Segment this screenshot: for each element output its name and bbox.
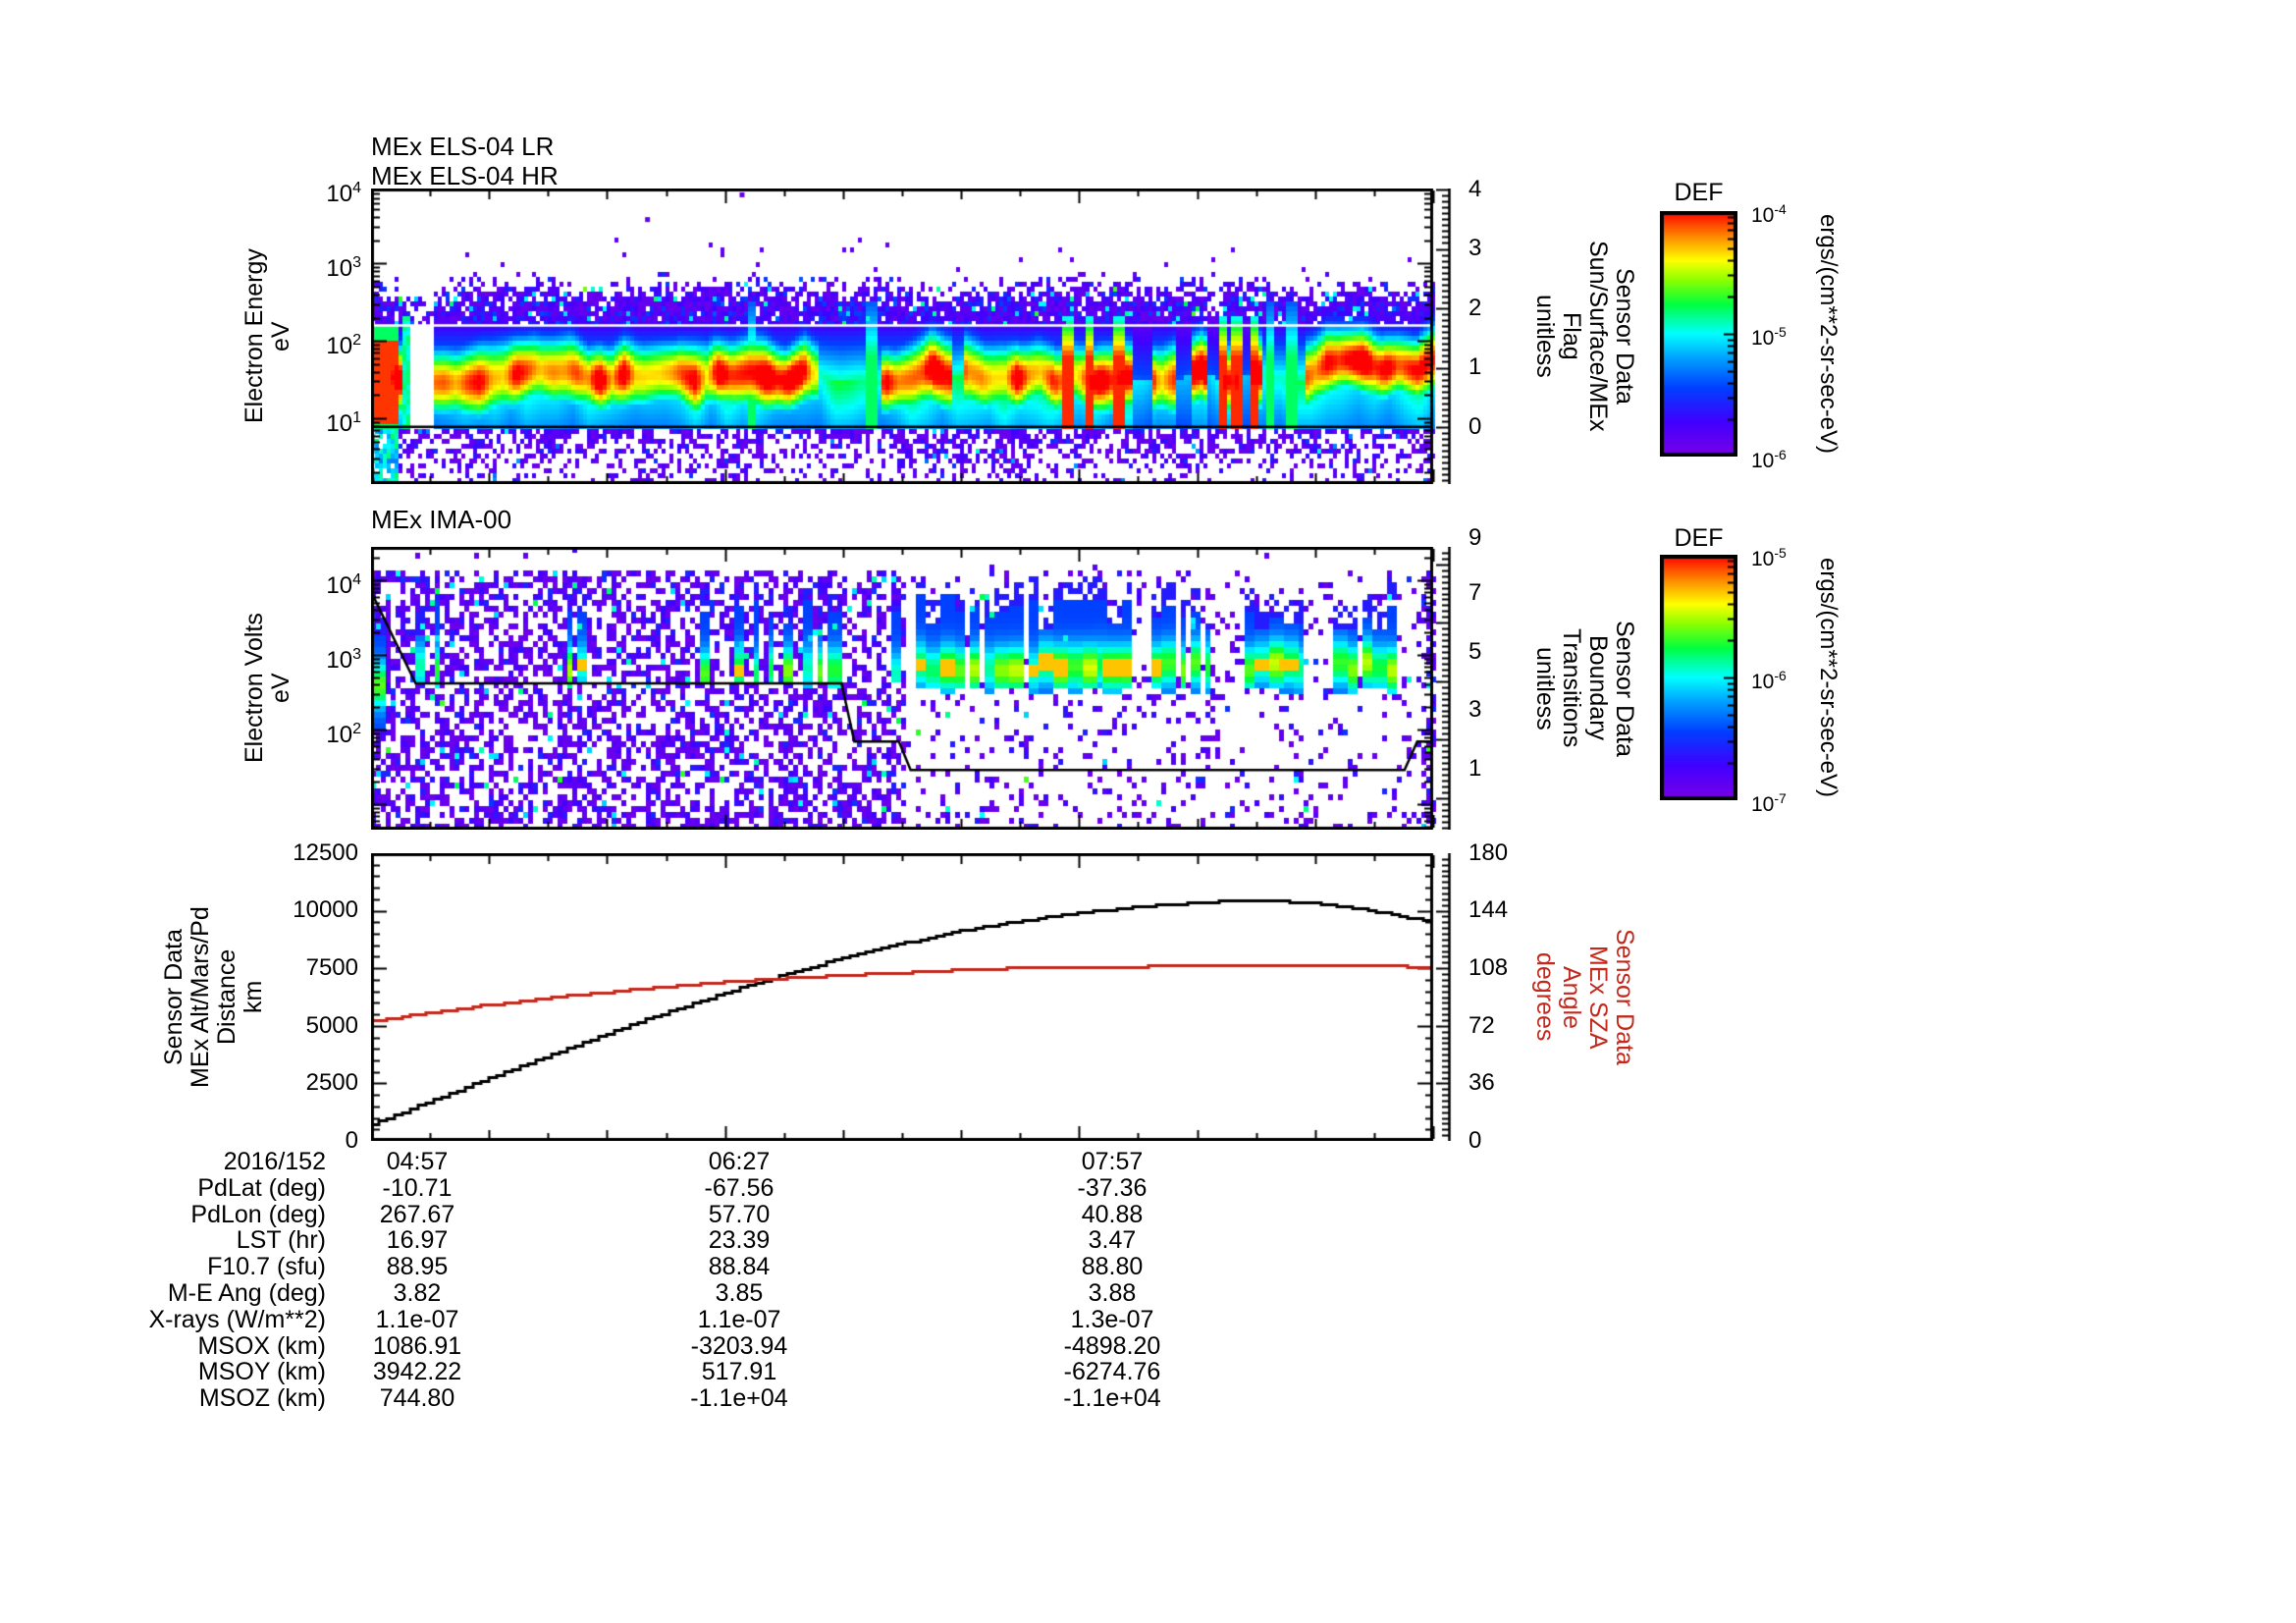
table-cell: -4898.20 xyxy=(1063,1331,1161,1360)
table-cell: -3203.94 xyxy=(690,1331,788,1360)
panel1_right-tick: 1 xyxy=(1468,353,1482,380)
panel1-title-line2: MEx ELS-04 HR xyxy=(371,161,559,190)
table-cell: 57.70 xyxy=(708,1200,771,1228)
panel2_right-tick: 1 xyxy=(1468,755,1482,782)
panel3_left-tick: 5000 xyxy=(305,1012,358,1039)
table-cell: -37.36 xyxy=(1077,1173,1148,1202)
time-axis-label: 07:57 xyxy=(1081,1148,1144,1175)
panel1_right-tick: 0 xyxy=(1468,413,1482,440)
table-cell: 744.80 xyxy=(379,1384,455,1413)
table-cell: 3.88 xyxy=(1088,1279,1137,1307)
panel1_right-tick: 2 xyxy=(1468,295,1482,321)
table-cell: 40.88 xyxy=(1081,1200,1144,1228)
colorbar2-tick: 10-6 xyxy=(1751,668,1787,693)
panel2_left-tick: 104 xyxy=(326,571,361,599)
table-cell: 1086.91 xyxy=(372,1331,462,1360)
table-cell: 1.1e-07 xyxy=(697,1305,781,1333)
els-spectrogram-canvas xyxy=(371,189,1470,484)
panel1_left-tick: 103 xyxy=(326,254,361,282)
table-cell: 3.82 xyxy=(393,1279,442,1307)
colorbar2-tick: 10-7 xyxy=(1751,790,1787,816)
table-cell: -6274.76 xyxy=(1063,1358,1161,1386)
plot-page: MEx ELS-04 LR MEx ELS-04 HR MEx IMA-00 E… xyxy=(0,0,2296,1623)
table-cell: -1.1e+04 xyxy=(690,1384,788,1413)
table-cell: -67.56 xyxy=(704,1173,774,1202)
panel3_right-tick: 144 xyxy=(1468,896,1509,923)
colorbar1-tick: 10-4 xyxy=(1751,201,1787,227)
panel3_left-tick: 7500 xyxy=(305,954,358,981)
colorbar-els-canvas xyxy=(1660,211,1737,457)
panel3_right-tick: 180 xyxy=(1468,839,1509,866)
table-cell: 3942.22 xyxy=(372,1358,462,1386)
table-cell: 3.47 xyxy=(1088,1226,1137,1255)
colorbar2-tick: 10-5 xyxy=(1751,545,1787,570)
panel3_right-tick: 0 xyxy=(1468,1127,1482,1154)
panel2_right-tick: 3 xyxy=(1468,696,1482,723)
panel1-title-line1: MEx ELS-04 LR xyxy=(371,132,555,161)
panel1_left-tick: 101 xyxy=(326,409,361,437)
time-axis-label: 04:57 xyxy=(386,1148,449,1175)
panel3_left-tick: 12500 xyxy=(293,839,358,866)
colorbar-ima-canvas xyxy=(1660,555,1737,800)
table-cell: 3.85 xyxy=(715,1279,764,1307)
table-cell: 267.67 xyxy=(379,1200,455,1228)
panel3_right-tick: 108 xyxy=(1468,954,1509,981)
panel3_left-tick: 2500 xyxy=(305,1069,358,1096)
table-cell: 1.1e-07 xyxy=(375,1305,459,1333)
table-cell: -1.1e+04 xyxy=(1063,1384,1161,1413)
panel2_right-tick: 5 xyxy=(1468,638,1482,665)
panel2_left-tick: 103 xyxy=(326,646,361,674)
panel3_right-tick: 36 xyxy=(1468,1069,1495,1096)
table-cell: 1.3e-07 xyxy=(1070,1305,1154,1333)
table-cell: 88.84 xyxy=(708,1253,771,1281)
table-cell: 16.97 xyxy=(386,1226,449,1255)
panel2-title: MEx IMA-00 xyxy=(371,505,512,534)
table-cell: -10.71 xyxy=(382,1173,453,1202)
panel1_right-tick: 4 xyxy=(1468,176,1482,202)
panel1_left-tick: 102 xyxy=(326,332,361,359)
time-axis-label: 06:27 xyxy=(708,1148,771,1175)
colorbar2-title: DEF xyxy=(1674,524,1724,552)
panel3_left-tick: 10000 xyxy=(293,896,358,923)
panel1_right-tick: 3 xyxy=(1468,235,1482,261)
colorbar1-title: DEF xyxy=(1674,179,1724,206)
table-cell: 517.91 xyxy=(701,1358,777,1386)
colorbar1-tick: 10-5 xyxy=(1751,324,1787,350)
ima-spectrogram-canvas xyxy=(371,547,1470,830)
panel2_right-tick: 9 xyxy=(1468,524,1482,551)
altitude-sza-plot-canvas xyxy=(371,853,1470,1141)
table-cell: 88.95 xyxy=(386,1253,449,1281)
panel2_left-tick: 102 xyxy=(326,721,361,748)
colorbar1-tick: 10-6 xyxy=(1751,447,1787,472)
panel3_right-tick: 72 xyxy=(1468,1012,1495,1039)
table-cell: 88.80 xyxy=(1081,1253,1144,1281)
panel1_left-tick: 104 xyxy=(326,180,361,207)
panel2_right-tick: 7 xyxy=(1468,579,1482,606)
table-cell: 23.39 xyxy=(708,1226,771,1255)
